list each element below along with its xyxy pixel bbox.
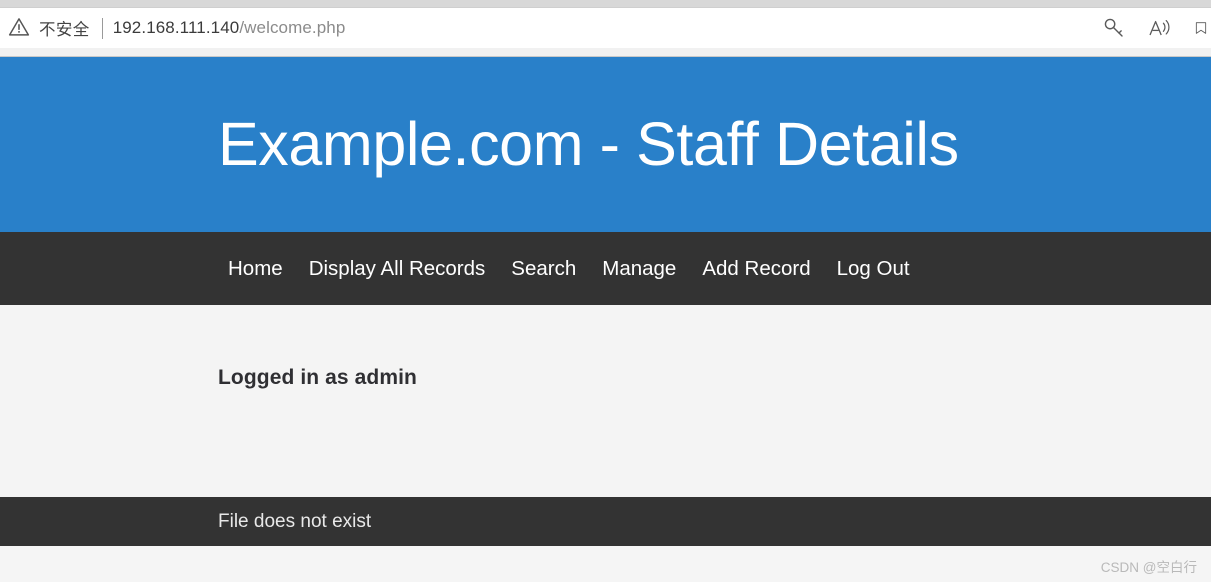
key-icon[interactable]	[1101, 15, 1127, 41]
nav-item-log-out[interactable]: Log Out	[837, 257, 910, 281]
nav-link-manage[interactable]: Manage	[602, 257, 676, 280]
nav-link-add-record[interactable]: Add Record	[702, 257, 810, 280]
url-path: /welcome.php	[239, 18, 346, 37]
footer-status-message: File does not exist	[218, 510, 372, 532]
warning-triangle-icon	[8, 18, 30, 36]
page-bottom-area: CSDN @空白行	[0, 546, 1211, 582]
nav-item-display-all-records[interactable]: Display All Records	[309, 257, 486, 281]
page-title: Example.com - Staff Details	[218, 110, 959, 178]
nav-item-home[interactable]: Home	[228, 257, 283, 281]
site-security-chip[interactable]: 不安全	[8, 16, 90, 40]
main-navigation: Home Display All Records Search Manage A…	[0, 232, 1211, 305]
nav-list: Home Display All Records Search Manage A…	[228, 257, 910, 281]
browser-chrome-bottom-edge	[0, 48, 1211, 57]
security-status-label: 不安全	[39, 21, 90, 39]
collections-icon[interactable]	[1193, 15, 1209, 41]
nav-link-search[interactable]: Search	[511, 257, 576, 280]
nav-item-search[interactable]: Search	[511, 257, 576, 281]
address-bar-divider	[101, 17, 103, 39]
nav-link-display-all-records[interactable]: Display All Records	[309, 257, 486, 280]
browser-window-top-edge	[0, 0, 1211, 8]
page-footer: File does not exist	[0, 497, 1211, 546]
watermark-label: CSDN @空白行	[1100, 560, 1197, 575]
nav-link-home[interactable]: Home	[228, 257, 283, 280]
nav-link-log-out[interactable]: Log Out	[837, 257, 910, 280]
browser-toolbar-actions	[1101, 8, 1211, 48]
page-viewport: Example.com - Staff Details Home Display…	[0, 57, 1211, 582]
nav-item-manage[interactable]: Manage	[602, 257, 676, 281]
site-header-banner: Example.com - Staff Details	[0, 57, 1211, 232]
nav-item-add-record[interactable]: Add Record	[702, 257, 810, 281]
logged-in-status-heading: Logged in as admin	[218, 366, 417, 389]
url-domain: 192.168.111.140	[112, 18, 240, 37]
main-content: Logged in as admin	[0, 305, 1211, 497]
read-aloud-icon[interactable]	[1147, 15, 1173, 41]
address-bar-url[interactable]: 192.168.111.140/welcome.php	[113, 18, 346, 38]
browser-address-bar[interactable]: 不安全 192.168.111.140/welcome.php	[0, 8, 1211, 48]
